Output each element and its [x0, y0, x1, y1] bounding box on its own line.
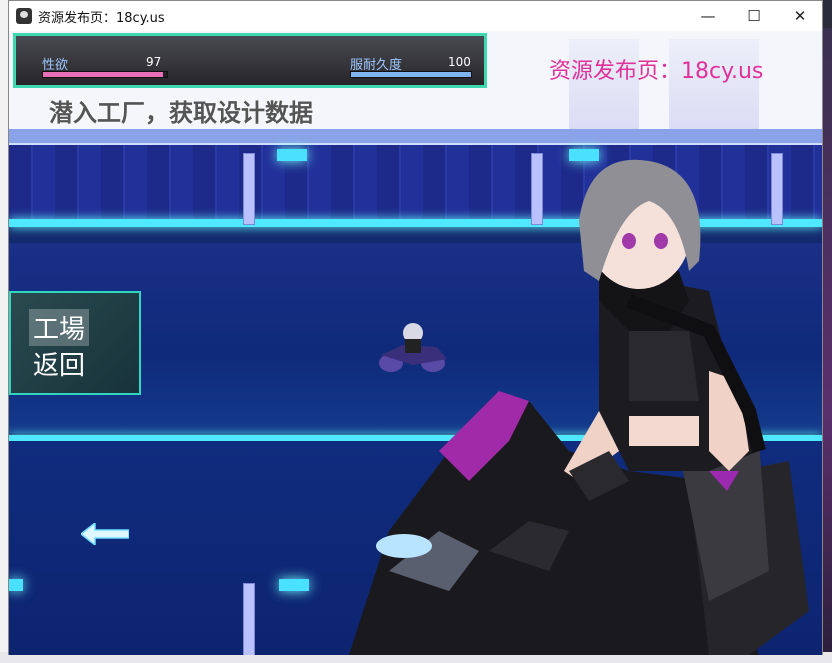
close-button[interactable]: ✕ [777, 1, 823, 31]
desktop-background-left [0, 0, 8, 663]
maximize-button[interactable]: ☐ [731, 1, 777, 31]
watermark-text: 资源发布页：18cy.us [549, 59, 764, 84]
minimize-icon: — [700, 7, 716, 25]
menu-item-return[interactable]: 返回 [33, 345, 85, 382]
title-bar[interactable]: 资源发布页：18cy.us — ☐ ✕ [9, 1, 822, 31]
pipe-pillar [243, 153, 255, 225]
lust-bar [42, 71, 168, 78]
durability-bar [350, 71, 472, 78]
app-icon [16, 8, 32, 24]
neon-lamp [277, 149, 307, 161]
menu-item-factory[interactable]: 工場 [29, 309, 90, 346]
maximize-icon: ☐ [747, 7, 761, 25]
close-icon: ✕ [793, 7, 807, 25]
durability-bar-fill [351, 72, 471, 77]
stat-value-durability: 100 [448, 55, 471, 69]
character-motorcycle-portrait [349, 159, 809, 655]
neon-lamp [9, 579, 23, 591]
pipe-pillar [243, 583, 255, 655]
game-canvas[interactable]: 性欲 97 服耐久度 100 资源发布页：18cy.us 潜入工厂，获取设计数据… [9, 31, 822, 655]
lust-bar-fill [43, 72, 164, 77]
game-window: 资源发布页：18cy.us — ☐ ✕ 性欲 97 服耐久度 100 资源发布页… [8, 0, 823, 655]
left-arrow-icon[interactable] [81, 523, 129, 545]
neon-lamp [279, 579, 309, 591]
minimize-button[interactable]: — [685, 1, 731, 31]
window-title: 资源发布页：18cy.us [38, 11, 165, 26]
status-hud: 性欲 97 服耐久度 100 [13, 33, 487, 88]
stat-value-lust: 97 [146, 55, 162, 69]
wall-trim [9, 129, 822, 145]
location-menu: 工場 返回 [9, 291, 141, 395]
quest-objective: 潜入工厂，获取设计数据 [49, 99, 313, 127]
desktop-background-right [822, 28, 832, 663]
